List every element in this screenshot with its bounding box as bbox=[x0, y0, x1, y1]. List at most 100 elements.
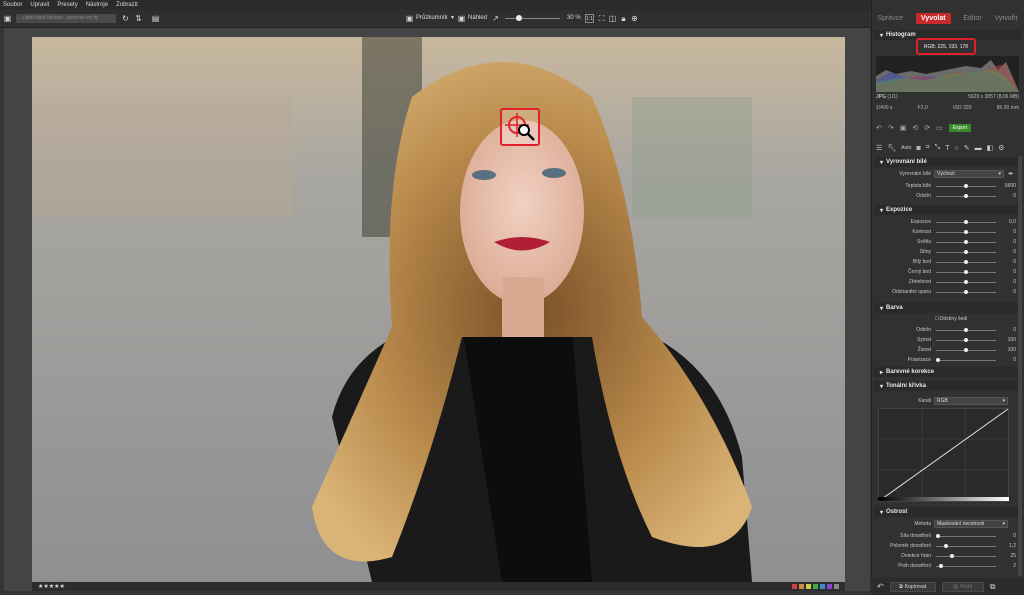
sharpen-header[interactable]: ▾ Ostrost bbox=[874, 507, 1021, 517]
slider-value[interactable]: 0 bbox=[996, 229, 1016, 235]
open-external-icon[interactable]: ↗ bbox=[491, 14, 500, 23]
slider[interactable] bbox=[936, 239, 996, 244]
slider[interactable] bbox=[936, 269, 996, 274]
slider-knob[interactable] bbox=[964, 327, 968, 332]
color-picker-icon[interactable]: ⊕ bbox=[630, 14, 639, 23]
slider-knob[interactable] bbox=[936, 533, 940, 538]
adjustments-icon[interactable]: ☰ bbox=[876, 144, 882, 152]
zoom-slider[interactable] bbox=[505, 18, 560, 19]
photo-portrait[interactable] bbox=[32, 37, 845, 582]
wb-preset-select[interactable]: Výchozí ▾ bbox=[934, 170, 1004, 178]
slider-knob[interactable] bbox=[964, 183, 968, 188]
tab-create[interactable]: Vytvořit bbox=[994, 15, 1017, 22]
slider-knob[interactable] bbox=[964, 249, 968, 254]
rotate-left-icon[interactable]: ⟲ bbox=[912, 124, 918, 132]
slider-value[interactable]: 2 bbox=[996, 563, 1016, 569]
folder-icon[interactable]: ▣ bbox=[3, 14, 12, 23]
slider[interactable] bbox=[936, 563, 996, 568]
auto-button[interactable]: Auto bbox=[901, 145, 911, 151]
slider-knob[interactable] bbox=[950, 553, 954, 558]
slider-knob[interactable] bbox=[964, 193, 968, 198]
text-icon[interactable]: T bbox=[945, 145, 949, 152]
color-picker-cursor[interactable] bbox=[500, 108, 540, 146]
slider-value[interactable]: 0 bbox=[996, 357, 1016, 363]
color-header[interactable]: ▾ Barva bbox=[874, 303, 1021, 313]
settings-icon[interactable]: ⚙ bbox=[998, 144, 1004, 152]
star-rating[interactable]: ★★★★★ bbox=[38, 583, 65, 590]
slider-value[interactable]: 100 bbox=[996, 347, 1016, 353]
slider-knob[interactable] bbox=[936, 357, 940, 362]
path-input[interactable]: ...ulten liked fashion; universe inc fy bbox=[16, 14, 116, 23]
crop-icon[interactable]: ⌗ bbox=[926, 144, 930, 152]
eraser-icon[interactable]: ◧ bbox=[987, 144, 994, 152]
slider-knob[interactable] bbox=[964, 219, 968, 224]
exposure-header[interactable]: ▾ Expozice bbox=[874, 205, 1021, 215]
slider-knob[interactable] bbox=[964, 337, 968, 342]
slider[interactable] bbox=[936, 327, 996, 332]
slider-value[interactable]: 0 bbox=[996, 249, 1016, 255]
slider-knob[interactable] bbox=[944, 543, 949, 548]
camera-icon[interactable]: ◙ bbox=[916, 145, 920, 152]
slider[interactable] bbox=[936, 533, 996, 538]
slider[interactable] bbox=[936, 219, 996, 224]
slider-value[interactable]: 100 bbox=[996, 337, 1016, 343]
paste-button[interactable]: ▤ Vložit bbox=[941, 581, 984, 592]
refresh-icon[interactable]: ↻ bbox=[121, 14, 130, 23]
menu-item-0[interactable]: Soubor bbox=[3, 2, 22, 8]
slider[interactable] bbox=[936, 337, 996, 342]
slider[interactable] bbox=[936, 357, 996, 362]
new-folder-icon[interactable]: ▤ bbox=[151, 14, 160, 23]
export-button[interactable]: Export bbox=[948, 124, 972, 132]
menu-item-2[interactable]: Presety bbox=[57, 2, 77, 8]
rotate-right-icon[interactable]: ⟳ bbox=[924, 124, 930, 132]
chevron-down-icon[interactable]: ▾ bbox=[448, 14, 457, 23]
slider-value[interactable]: 0 bbox=[996, 327, 1016, 333]
channel-select[interactable]: RGB ▾ bbox=[934, 397, 1008, 405]
slider-knob[interactable] bbox=[964, 229, 968, 234]
slider-knob[interactable] bbox=[964, 279, 968, 284]
mode-dropdown[interactable]: Průzkumník bbox=[416, 14, 448, 23]
zoom-slider-knob[interactable] bbox=[516, 15, 522, 21]
slider[interactable] bbox=[936, 259, 996, 264]
white-balance-header[interactable]: ▾ Vyrovnání bílé bbox=[874, 157, 1021, 167]
panel-scrollbar[interactable] bbox=[1018, 156, 1022, 576]
circle-icon[interactable]: ○ bbox=[955, 145, 959, 152]
color-labels[interactable] bbox=[792, 584, 839, 589]
preview-icon[interactable]: ▣ bbox=[457, 14, 466, 23]
lock-icon[interactable]: 🔒︎ bbox=[619, 14, 628, 23]
reset-icon[interactable]: ↶ bbox=[877, 582, 884, 591]
slider-knob[interactable] bbox=[964, 259, 968, 264]
slider-knob[interactable] bbox=[964, 239, 968, 244]
slider-value[interactable]: 0,0 bbox=[996, 219, 1016, 225]
slider[interactable] bbox=[936, 289, 996, 294]
slider[interactable] bbox=[936, 229, 996, 234]
sort-icon[interactable]: ⇅ bbox=[134, 14, 143, 23]
slider[interactable] bbox=[936, 347, 996, 352]
slider-value[interactable]: 0 bbox=[996, 239, 1016, 245]
image-icon[interactable]: ▣ bbox=[900, 124, 907, 132]
slider[interactable] bbox=[936, 183, 996, 188]
slider[interactable] bbox=[936, 553, 996, 558]
compare-icon[interactable]: ▭ bbox=[936, 124, 943, 132]
preview-button[interactable]: Náhled bbox=[468, 14, 487, 23]
menu-item-3[interactable]: Nástroje bbox=[86, 2, 108, 8]
wrench-icon[interactable]: 🔧︎ bbox=[887, 144, 896, 152]
slider[interactable] bbox=[936, 193, 996, 198]
tone-curve-header[interactable]: ▾ Tonální křivka bbox=[874, 381, 1021, 391]
slider-value[interactable]: 1,2 bbox=[996, 543, 1016, 549]
slider-value[interactable]: 0 bbox=[996, 279, 1016, 285]
slider-value[interactable]: 0 bbox=[996, 193, 1016, 199]
tab-develop[interactable]: Vyvolat bbox=[915, 12, 951, 24]
menu-item-1[interactable]: Upravit bbox=[30, 2, 49, 8]
color-correction-header[interactable]: ▸ Barevné korekce bbox=[874, 367, 1021, 377]
menu-item-4[interactable]: Zobrazit bbox=[116, 2, 138, 8]
slider[interactable] bbox=[936, 249, 996, 254]
fullscreen-icon[interactable]: ⛶ bbox=[597, 14, 606, 23]
slider-value[interactable]: 0 bbox=[996, 269, 1016, 275]
tone-curve-graph[interactable] bbox=[878, 408, 1009, 502]
slider-value[interactable]: 25 bbox=[996, 553, 1016, 559]
slider-value[interactable]: 5600 bbox=[996, 183, 1016, 189]
slider-value[interactable]: 0 bbox=[996, 533, 1016, 539]
slider-value[interactable]: 0 bbox=[996, 259, 1016, 265]
eyedropper-icon[interactable]: ✒ bbox=[1008, 170, 1014, 178]
